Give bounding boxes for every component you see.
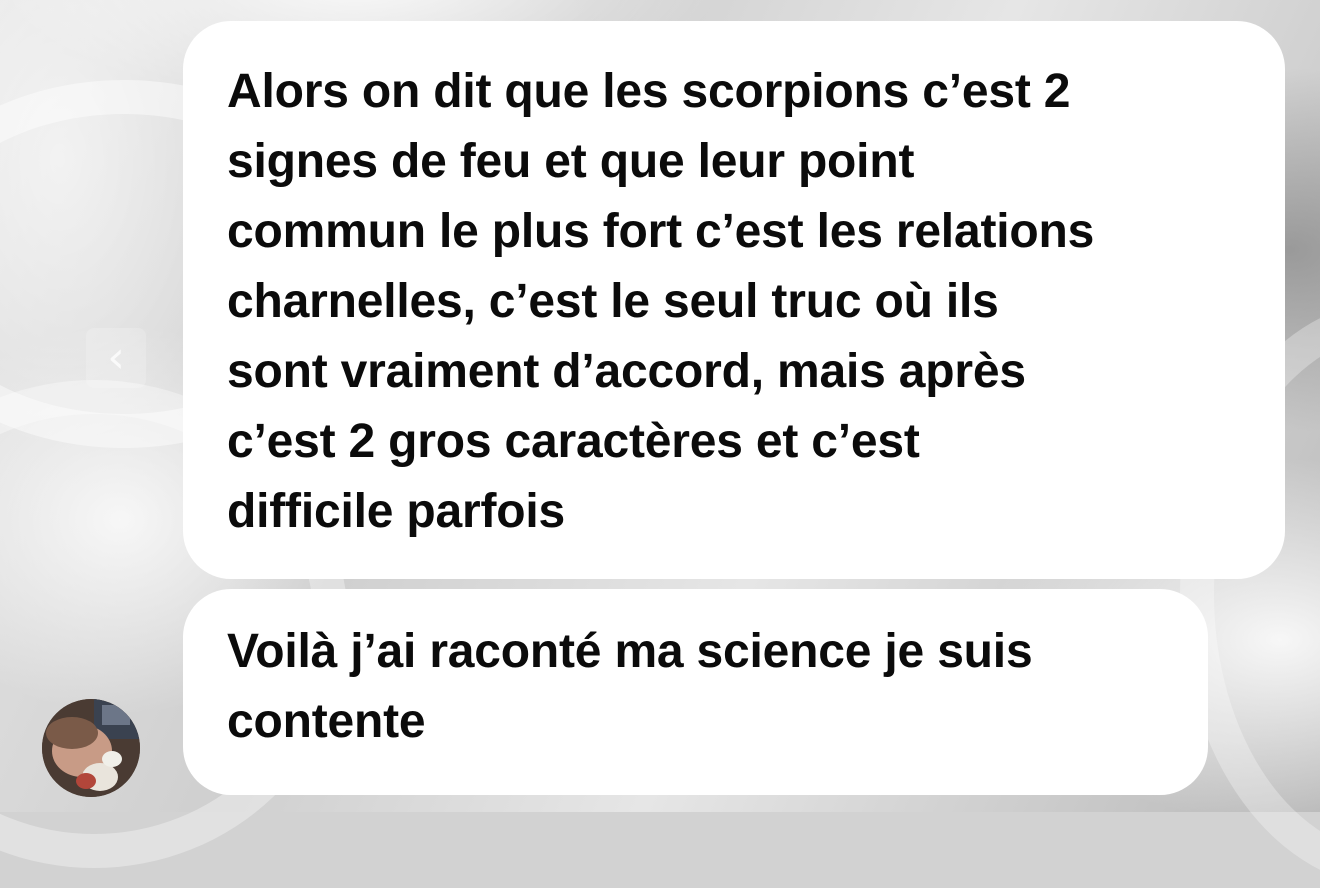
message-line: signes de feu et que leur point	[227, 135, 915, 188]
chevron-left-icon[interactable]: ‹	[86, 328, 146, 388]
message-line: difficile parfois	[227, 485, 565, 538]
message-line: Voilà j’ai raconté ma science je suis	[227, 625, 1033, 678]
message-line: c’est 2 gros caractères et c’est	[227, 415, 920, 468]
message-line: sont vraiment d’accord, mais après	[227, 345, 1026, 398]
avatar-photo	[42, 699, 140, 797]
message-line: commun le plus fort c’est les relations	[227, 205, 1095, 258]
message-line: contente	[227, 695, 426, 748]
message-line: charnelles, c’est le seul truc où ils	[227, 275, 999, 328]
message-bubble-1[interactable]: Alors on dit que les scorpions c’est 2 s…	[183, 21, 1285, 579]
message-bubble-2[interactable]: Voilà j’ai raconté ma science je suis co…	[183, 589, 1208, 795]
sender-avatar[interactable]	[42, 699, 140, 797]
message-line: Alors on dit que les scorpions c’est 2	[227, 65, 1071, 118]
